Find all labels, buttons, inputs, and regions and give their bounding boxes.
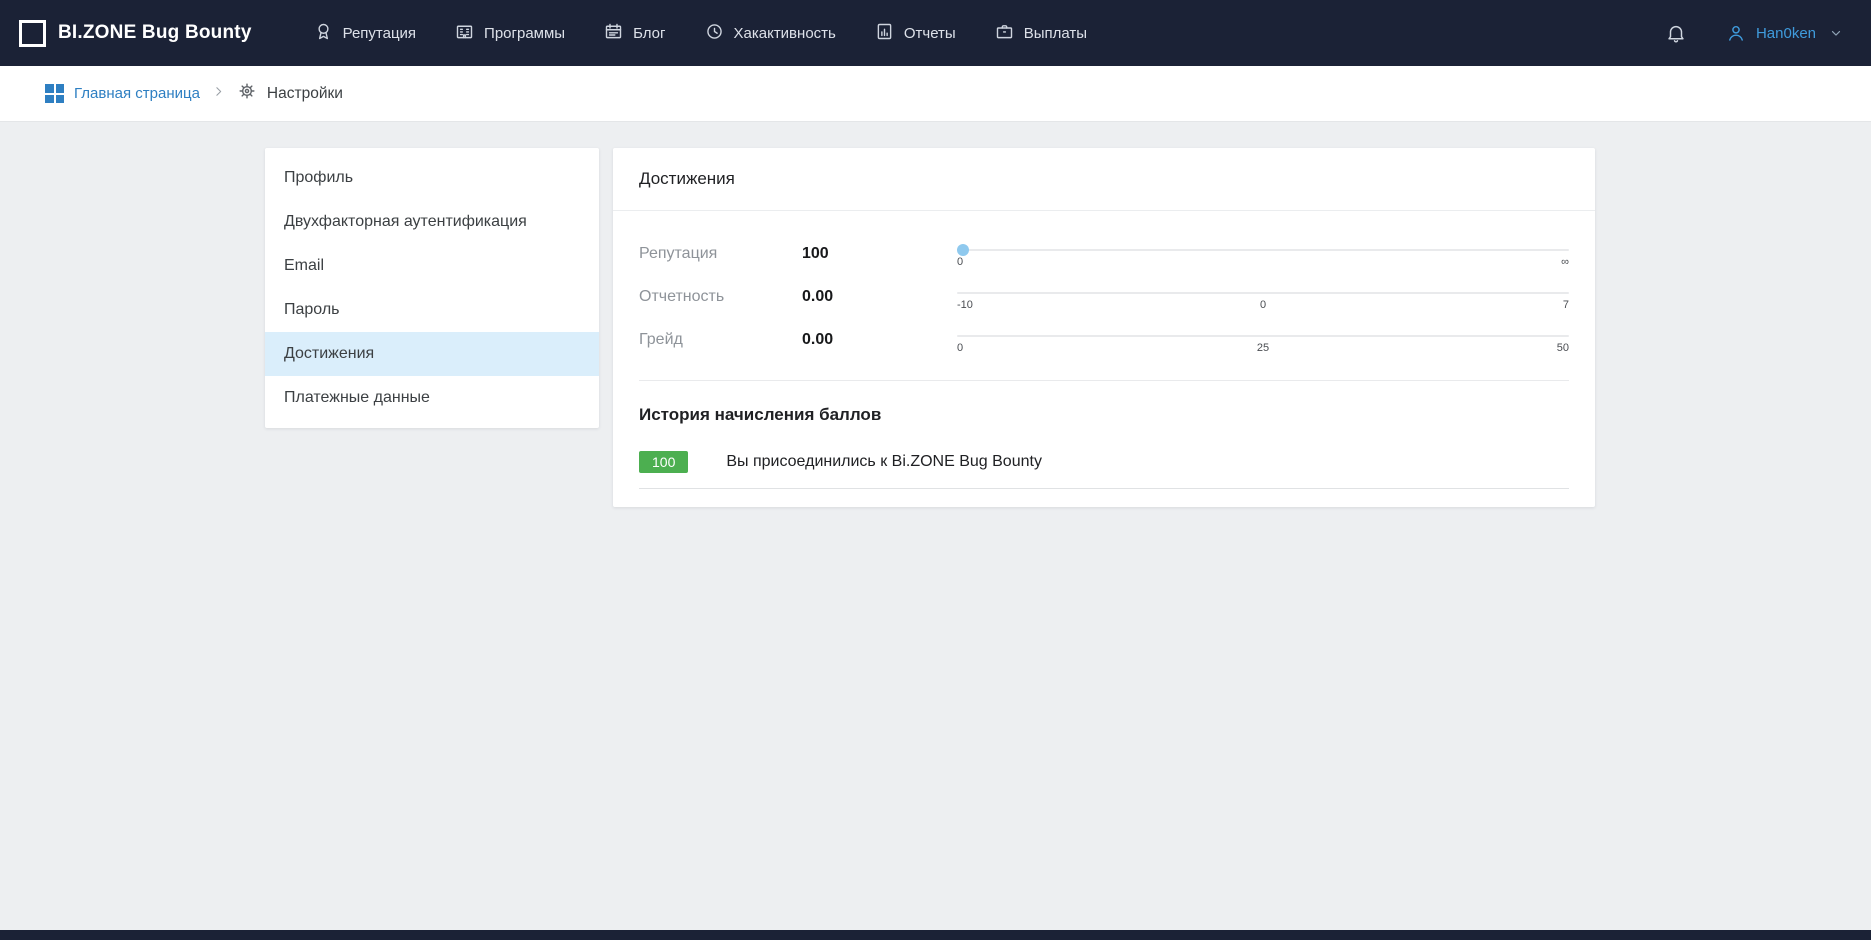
main-nav: Репутация Программы Блог Хакактивность О… [294,0,1106,66]
nav-item-programs[interactable]: Программы [435,0,584,66]
metric-value: 0.00 [802,327,957,349]
settings-sidebar: Профиль Двухфакторная аутентификация Ema… [265,148,599,428]
metrics-section: Репутация 100 0 ∞ Отчетность 0.00 [613,211,1595,376]
nav-item-label: Выплаты [1024,25,1087,42]
sidebar-item-email[interactable]: Email [265,244,599,288]
slider-max-label: 7 [1563,299,1569,311]
nav-item-label: Репутация [343,25,416,42]
history-title: История начисления баллов [613,381,1595,425]
user-icon [1725,22,1747,44]
sidebar-item-password[interactable]: Пароль [265,288,599,332]
slider-max-label: ∞ [1561,256,1569,268]
nav-item-label: Блог [633,25,665,42]
slider-labels: 0 25 50 [957,342,1569,356]
slider-mid-label: 25 [1257,342,1269,354]
nav-item-payouts[interactable]: Выплаты [975,0,1106,66]
slider-max-label: 50 [1557,342,1569,354]
nav-item-reports[interactable]: Отчеты [855,0,975,66]
nav-item-hackactivity[interactable]: Хакактивность [685,0,855,66]
points-badge: 100 [639,451,688,473]
slider-mid-label: 0 [1260,299,1266,311]
medal-icon [313,21,334,46]
reporting-slider: -10 0 7 [957,284,1569,316]
bizone-logo-icon [19,20,46,47]
username: Han0ken [1756,25,1816,42]
grade-slider: 0 25 50 [957,327,1569,359]
slider-min-label: -10 [957,299,973,311]
metric-value: 100 [802,241,957,263]
breadcrumb-current-label: Настройки [267,85,343,103]
footer-strip [0,930,1871,940]
breadcrumb: Главная страница Настройки [0,66,1871,122]
panel-title: Достижения [613,148,1595,211]
calendar-icon [603,21,624,46]
slider-track [957,292,1569,294]
sidebar-item-2fa[interactable]: Двухфакторная аутентификация [265,200,599,244]
metric-row-grade: Грейд 0.00 0 25 50 [639,327,1569,359]
metric-label: Грейд [639,327,802,349]
slider-track [957,249,1569,251]
report-chart-icon [874,21,895,46]
metric-value: 0.00 [802,284,957,306]
slider-labels: -10 0 7 [957,299,1569,313]
briefcase-icon [994,21,1015,46]
slider-labels: 0 ∞ [957,256,1569,270]
slider-handle[interactable] [957,244,969,256]
building-icon [454,21,475,46]
nav-item-reputation[interactable]: Репутация [294,0,435,66]
metric-row-reporting: Отчетность 0.00 -10 0 7 [639,284,1569,316]
sidebar-item-profile[interactable]: Профиль [265,156,599,200]
breadcrumb-home-link[interactable]: Главная страница [45,84,200,103]
metric-label: Отчетность [639,284,802,306]
sidebar-item-achievements[interactable]: Достижения [265,332,599,376]
brand[interactable]: BI.ZONE Bug Bounty [19,20,252,47]
achievements-panel: Достижения Репутация 100 0 ∞ Отчетность [613,148,1595,507]
top-navbar: BI.ZONE Bug Bounty Репутация Программы Б… [0,0,1871,66]
breadcrumb-current: Настройки [237,81,343,106]
notifications-bell-icon[interactable] [1665,22,1687,44]
nav-item-blog[interactable]: Блог [584,0,684,66]
gear-icon [237,81,257,106]
slider-min-label: 0 [957,256,963,268]
history-clock-icon [704,21,725,46]
history-entry: 100 Вы присоединились к Bi.ZONE Bug Boun… [639,451,1569,489]
brand-name: BI.ZONE Bug Bounty [58,22,252,44]
chevron-right-icon [212,85,225,103]
navbar-right: Han0ken [1665,22,1843,44]
metric-row-reputation: Репутация 100 0 ∞ [639,241,1569,273]
slider-track [957,335,1569,337]
nav-item-label: Программы [484,25,565,42]
metric-label: Репутация [639,241,802,263]
chevron-down-icon [1829,26,1843,40]
home-grid-icon [45,84,64,103]
history-entry-text: Вы присоединились к Bi.ZONE Bug Bounty [726,453,1042,471]
slider-min-label: 0 [957,342,963,354]
sidebar-item-payment-data[interactable]: Платежные данные [265,376,599,420]
reputation-slider: 0 ∞ [957,241,1569,273]
breadcrumb-home-label: Главная страница [74,85,200,102]
nav-item-label: Отчеты [904,25,956,42]
main-content: Профиль Двухфакторная аутентификация Ema… [0,122,1871,507]
nav-item-label: Хакактивность [734,25,836,42]
user-menu[interactable]: Han0ken [1725,22,1843,44]
